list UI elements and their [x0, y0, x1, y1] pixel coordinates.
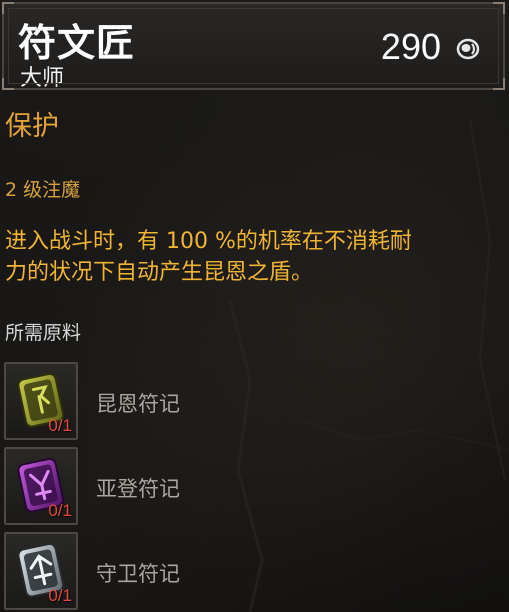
upgrade-name: 保护 — [5, 111, 59, 142]
material-item-yrden[interactable]: 0/1 亚登符记 — [4, 447, 304, 527]
frame-corner — [2, 2, 14, 14]
header-bar: 符文匠 大师 290 — [2, 2, 505, 91]
description-line: 进入战斗时，有 100 %的机率在不消耗耐 — [5, 229, 412, 254]
crafting-cost: 290 — [380, 26, 441, 67]
material-name: 昆恩符记 — [96, 392, 180, 416]
material-item-guard[interactable]: 0/1 守卫符记 — [4, 532, 304, 612]
material-slot[interactable]: 0/1 — [4, 532, 78, 610]
crafting-panel: 符文匠 大师 290 保护 2 级注魔 进入战斗时，有 100 %的机率在不消耗… — [0, 0, 509, 612]
material-item-quen[interactable]: 0/1 昆恩符记 — [4, 362, 304, 442]
crafter-rank: 大师 — [20, 66, 65, 91]
material-name: 亚登符记 — [96, 477, 180, 501]
material-count: 0/1 — [48, 416, 72, 435]
gold-coin-icon — [456, 38, 480, 60]
material-count: 0/1 — [48, 501, 72, 520]
material-slot[interactable]: 0/1 — [4, 362, 78, 440]
crafter-title: 符文匠 — [18, 21, 136, 65]
upgrade-description: 进入战斗时，有 100 %的机率在不消耗耐 力的状况下自动产生昆恩之盾。 — [5, 226, 475, 288]
frame-corner — [493, 78, 505, 90]
enchant-level: 2 级注魔 — [5, 179, 81, 201]
material-name: 守卫符记 — [96, 562, 180, 586]
material-count: 0/1 — [48, 586, 72, 605]
frame-corner — [493, 2, 505, 14]
frame-corner — [2, 78, 14, 90]
materials-heading: 所需原料 — [5, 322, 82, 344]
description-line: 力的状况下自动产生昆恩之盾。 — [5, 260, 314, 285]
material-slot[interactable]: 0/1 — [4, 447, 78, 525]
